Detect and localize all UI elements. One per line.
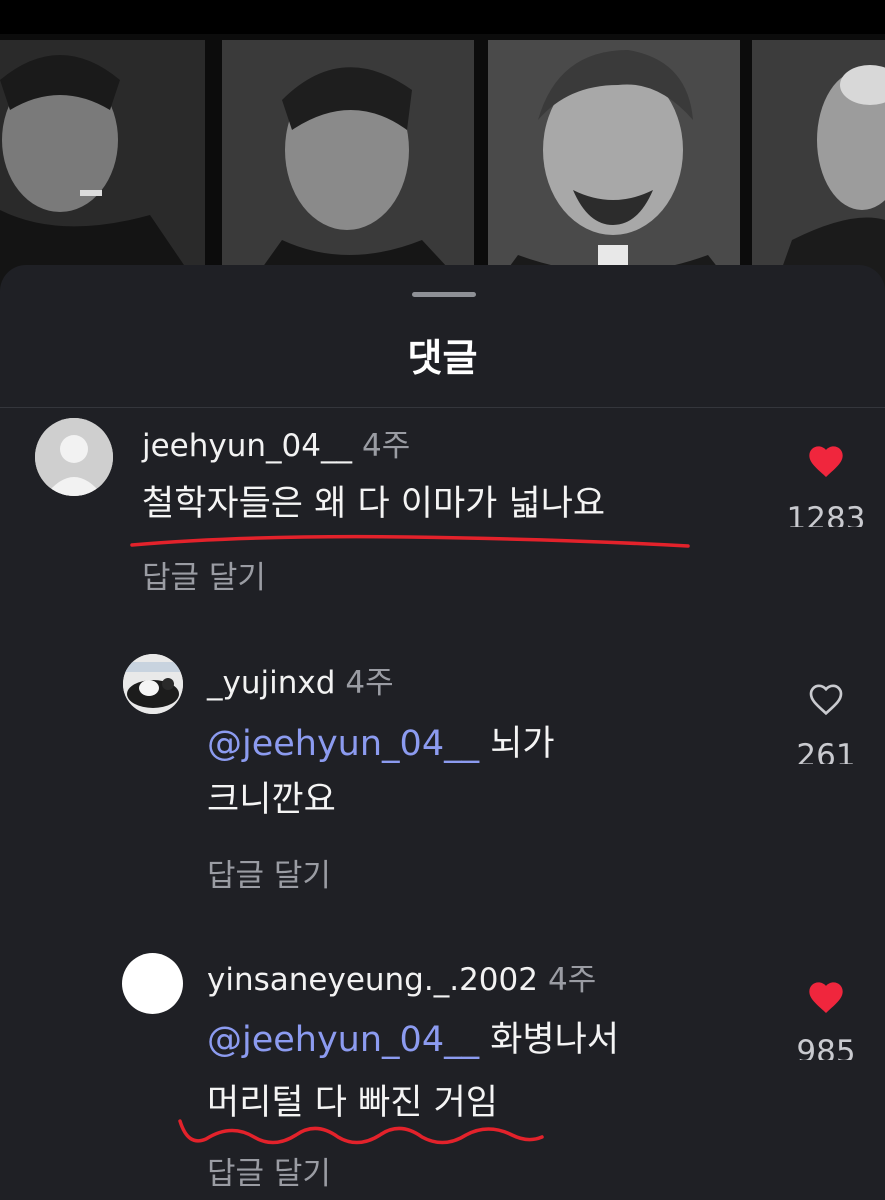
avatar-default[interactable] — [35, 418, 113, 496]
sheet-drag-handle[interactable] — [412, 292, 476, 297]
portrait-photo-2 — [222, 40, 474, 296]
comment-text: 화병나서 — [479, 1020, 620, 1060]
like-count: 985 — [796, 1034, 856, 1060]
username[interactable]: jeehyun_04__ — [142, 428, 352, 464]
portrait-photo-3 — [488, 40, 740, 296]
portrait-photo-1 — [0, 40, 205, 296]
divider — [0, 407, 885, 408]
timestamp: 4주 — [362, 428, 411, 464]
video-background-philosopher-photos — [0, 34, 885, 296]
sheet-title: 댓글 — [407, 336, 478, 380]
reply-button[interactable]: 답글 달기 — [142, 552, 266, 597]
avatar-blank[interactable] — [122, 953, 183, 1014]
like-count: 261 — [796, 738, 856, 764]
avatar-cat[interactable] — [123, 654, 183, 714]
timestamp: 4주 — [345, 665, 394, 701]
heart-filled-icon[interactable] — [806, 978, 846, 1018]
mention-link[interactable]: @jeehyun_04__ — [207, 724, 479, 764]
timestamp: 4주 — [547, 962, 597, 998]
like-count: 1283 — [786, 501, 866, 527]
reply-button[interactable]: 답글 달기 — [207, 1148, 331, 1193]
comment-text: 철학자들은 왜 다 이마가 넓나요 — [142, 484, 606, 524]
comment-header: _yujinxd 4주 — [207, 657, 394, 702]
username[interactable]: yinsaneyeung._.2002 — [207, 962, 538, 998]
comment-text-line-2: 머리털 다 빠진 거임 — [207, 1083, 498, 1123]
default-user-icon — [35, 418, 113, 496]
cat-photo-icon — [123, 654, 183, 714]
comment-text-line-1: @jeehyun_04__ 뇌가 — [207, 716, 555, 772]
comment-text-line-2: 크니깐요 — [207, 780, 336, 820]
status-bar — [0, 0, 885, 34]
comment-text: 뇌가 — [479, 724, 555, 764]
comment-header: yinsaneyeung._.2002 4주 — [207, 954, 596, 999]
heart-outline-icon[interactable] — [806, 680, 846, 720]
reply-button[interactable]: 답글 달기 — [207, 850, 331, 895]
comment-header: jeehyun_04__ 4주 — [142, 420, 410, 465]
username[interactable]: _yujinxd — [207, 665, 335, 701]
mention-link[interactable]: @jeehyun_04__ — [207, 1020, 479, 1060]
heart-filled-icon[interactable] — [806, 442, 846, 482]
comment-text-line-1: @jeehyun_04__ 화병나서 — [207, 1012, 619, 1068]
portrait-photo-4 — [752, 40, 885, 296]
